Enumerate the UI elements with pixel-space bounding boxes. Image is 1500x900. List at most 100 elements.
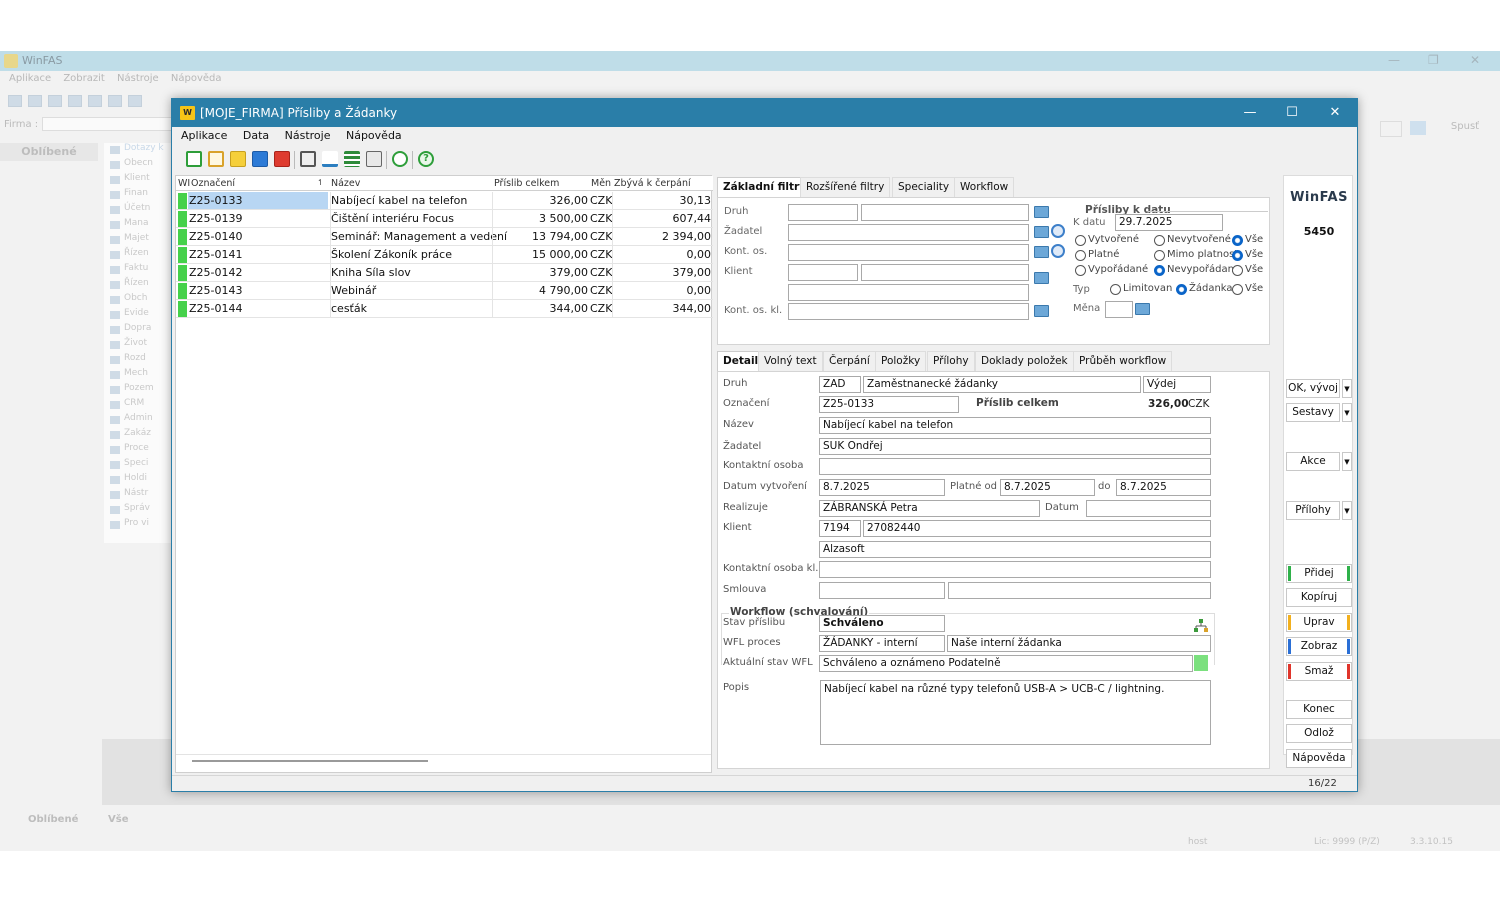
klient-name-field[interactable]: Alzasoft [819, 541, 1211, 558]
table-row[interactable]: Z25-0142 Kniha Síla slov 379,00 CZK 379,00 [176, 264, 713, 282]
k-datu-input[interactable]: 29.7.2025 [1115, 214, 1223, 231]
copy-record-icon[interactable] [208, 151, 224, 167]
popis-textarea[interactable]: Nabíjecí kabel na různé typy telefonů US… [820, 680, 1211, 745]
tab-zakladni-filtry[interactable]: Základní filtry [717, 177, 813, 197]
prilohy-button[interactable]: Přílohy [1286, 501, 1340, 520]
folder-icon[interactable] [1135, 303, 1150, 315]
refresh-icon[interactable] [392, 151, 408, 167]
edit-record-icon[interactable] [230, 151, 246, 167]
druh-name-field[interactable]: Zaměstnanecké žádanky [863, 376, 1141, 393]
kontaktni-osoba-kl-field[interactable] [819, 561, 1211, 578]
delete-record-icon[interactable] [274, 151, 290, 167]
col-zbyva[interactable]: Zbývá k čerpání [614, 178, 691, 189]
print-icon[interactable] [300, 151, 316, 167]
tab-rozsirene-filtry[interactable]: Rozšířené filtry [800, 177, 891, 197]
tab-doklady-polozek[interactable]: Doklady položek [975, 351, 1074, 371]
smaz-button[interactable]: Smaž [1286, 662, 1352, 681]
folder-icon[interactable] [1034, 272, 1049, 284]
workflow-tree-icon[interactable] [1194, 619, 1208, 633]
table-icon[interactable] [344, 151, 360, 167]
radio-vse-vyporadani[interactable]: Vše [1232, 264, 1263, 276]
mena-input[interactable] [1105, 301, 1133, 318]
chevron-down-icon[interactable]: ▼ [1342, 501, 1352, 520]
filter-klient-name-input[interactable] [861, 264, 1029, 281]
col-oznaceni[interactable]: Označení [191, 178, 235, 189]
tab-prilohy[interactable]: Přílohy [927, 351, 975, 371]
minimize-button[interactable]: — [1238, 104, 1262, 122]
tab-speciality[interactable]: Speciality [892, 177, 956, 197]
filter-kont-os-input[interactable] [788, 244, 1029, 261]
col-mena[interactable]: Měn [591, 178, 611, 189]
pridej-button[interactable]: Přidej [1286, 564, 1352, 583]
table-row[interactable]: Z25-0141 Školení Zákoník práce 15 000,00 CZ… [176, 246, 713, 264]
radio-platne[interactable]: Platné [1075, 249, 1119, 261]
stav-prislibu-field[interactable]: Schváleno [819, 615, 945, 632]
radio-vse-typ[interactable]: Vše [1232, 283, 1263, 295]
help-icon[interactable]: ? [418, 151, 434, 167]
filter-kont-os-kl-input[interactable] [788, 303, 1029, 320]
uprav-button[interactable]: Uprav [1286, 613, 1352, 632]
radio-vyporadane[interactable]: Vypořádané [1075, 264, 1148, 276]
smlouva-name-field[interactable] [948, 582, 1211, 599]
filter-klient-code-input[interactable] [788, 264, 858, 281]
smlouva-code-field[interactable] [819, 582, 945, 599]
konec-button[interactable]: Konec [1286, 700, 1352, 719]
radio-vse-vytvoreni[interactable]: Vše [1232, 234, 1263, 246]
realizuje-field[interactable]: ZÁBRANSKÁ Petra [819, 500, 1040, 517]
filter-klient-extra-input[interactable] [788, 284, 1029, 301]
radio-limitovan[interactable]: Limitovan [1110, 283, 1172, 295]
ok-vyvoj-button[interactable]: OK, vývoj [1286, 379, 1340, 398]
datum-vytvoreni-field[interactable]: 8.7.2025 [819, 479, 945, 496]
menu-napoveda[interactable]: Nápověda [346, 129, 402, 142]
kontaktni-osoba-field[interactable] [819, 458, 1211, 475]
clipboard-icon[interactable] [366, 151, 382, 167]
zadatel-field[interactable]: SUK Ondřej [819, 438, 1211, 455]
radio-vse-platnost[interactable]: Vše [1232, 249, 1263, 261]
radio-nevyporadan[interactable]: Nevypořádan [1154, 264, 1234, 276]
klient-ico-field[interactable]: 27082440 [863, 520, 1211, 537]
druh-code-field[interactable]: ZAD [819, 376, 861, 393]
druh-type-field[interactable]: Výdej [1143, 376, 1211, 393]
radio-nevytvorene[interactable]: Nevytvořené [1154, 234, 1231, 246]
table-row[interactable]: Z25-0139 Čištění interiéru Focus 3 500,00 C… [176, 210, 713, 228]
maximize-button[interactable]: ☐ [1280, 104, 1304, 122]
platne-od-field[interactable]: 8.7.2025 [1000, 479, 1095, 496]
table-row[interactable]: Z25-0133 Nabíjecí kabel na telefon 326,00 C… [176, 192, 713, 210]
odloz-button[interactable]: Odlož [1286, 724, 1352, 743]
akce-button[interactable]: Akce [1286, 452, 1340, 471]
export-icon[interactable] [322, 151, 338, 167]
close-button[interactable]: ✕ [1323, 104, 1347, 122]
col-prislib-celkem[interactable]: Příslib celkem [494, 178, 559, 189]
napoveda-button[interactable]: Nápověda [1286, 749, 1352, 768]
menu-aplikace[interactable]: Aplikace [181, 129, 227, 142]
chevron-down-icon[interactable]: ▼ [1342, 452, 1352, 471]
menu-nastroje[interactable]: Nástroje [285, 129, 331, 142]
horizontal-scrollbar[interactable] [192, 760, 428, 762]
chevron-down-icon[interactable]: ▼ [1342, 403, 1352, 422]
add-record-icon[interactable] [186, 151, 202, 167]
klient-id-field[interactable]: 7194 [819, 520, 861, 537]
folder-icon[interactable] [1034, 305, 1049, 317]
tab-polozky[interactable]: Položky [875, 351, 927, 371]
filter-druh-name-input[interactable] [861, 204, 1029, 221]
tab-workflow[interactable]: Workflow [954, 177, 1015, 197]
nazev-field[interactable]: Nabíjecí kabel na telefon [819, 417, 1211, 434]
table-row[interactable]: Z25-0140 Seminář: Management a vedení 13 7… [176, 228, 713, 246]
folder-icon[interactable] [1034, 226, 1049, 238]
zobraz-button[interactable]: Zobraz [1286, 637, 1352, 656]
filter-druh-code-input[interactable] [788, 204, 858, 221]
menu-data[interactable]: Data [243, 129, 269, 142]
wfl-proces-code-field[interactable]: ŽÁDANKY - interní [819, 635, 945, 652]
view-record-icon[interactable] [252, 151, 268, 167]
wfl-proces-name-field[interactable]: Naše interní žádanka [947, 635, 1211, 652]
platne-do-field[interactable]: 8.7.2025 [1116, 479, 1211, 496]
tab-prubeh-workflow[interactable]: Průběh workflow [1073, 351, 1173, 371]
radio-vytvorene[interactable]: Vytvořené [1075, 234, 1139, 246]
person-icon[interactable] [1051, 244, 1065, 258]
folder-icon[interactable] [1034, 206, 1049, 218]
radio-mimo-platnost[interactable]: Mimo platnost [1154, 249, 1238, 261]
kopiruj-button[interactable]: Kopíruj [1286, 588, 1352, 607]
chevron-down-icon[interactable]: ▼ [1342, 379, 1352, 398]
folder-icon[interactable] [1034, 246, 1049, 258]
filter-zadatel-input[interactable] [788, 224, 1029, 241]
